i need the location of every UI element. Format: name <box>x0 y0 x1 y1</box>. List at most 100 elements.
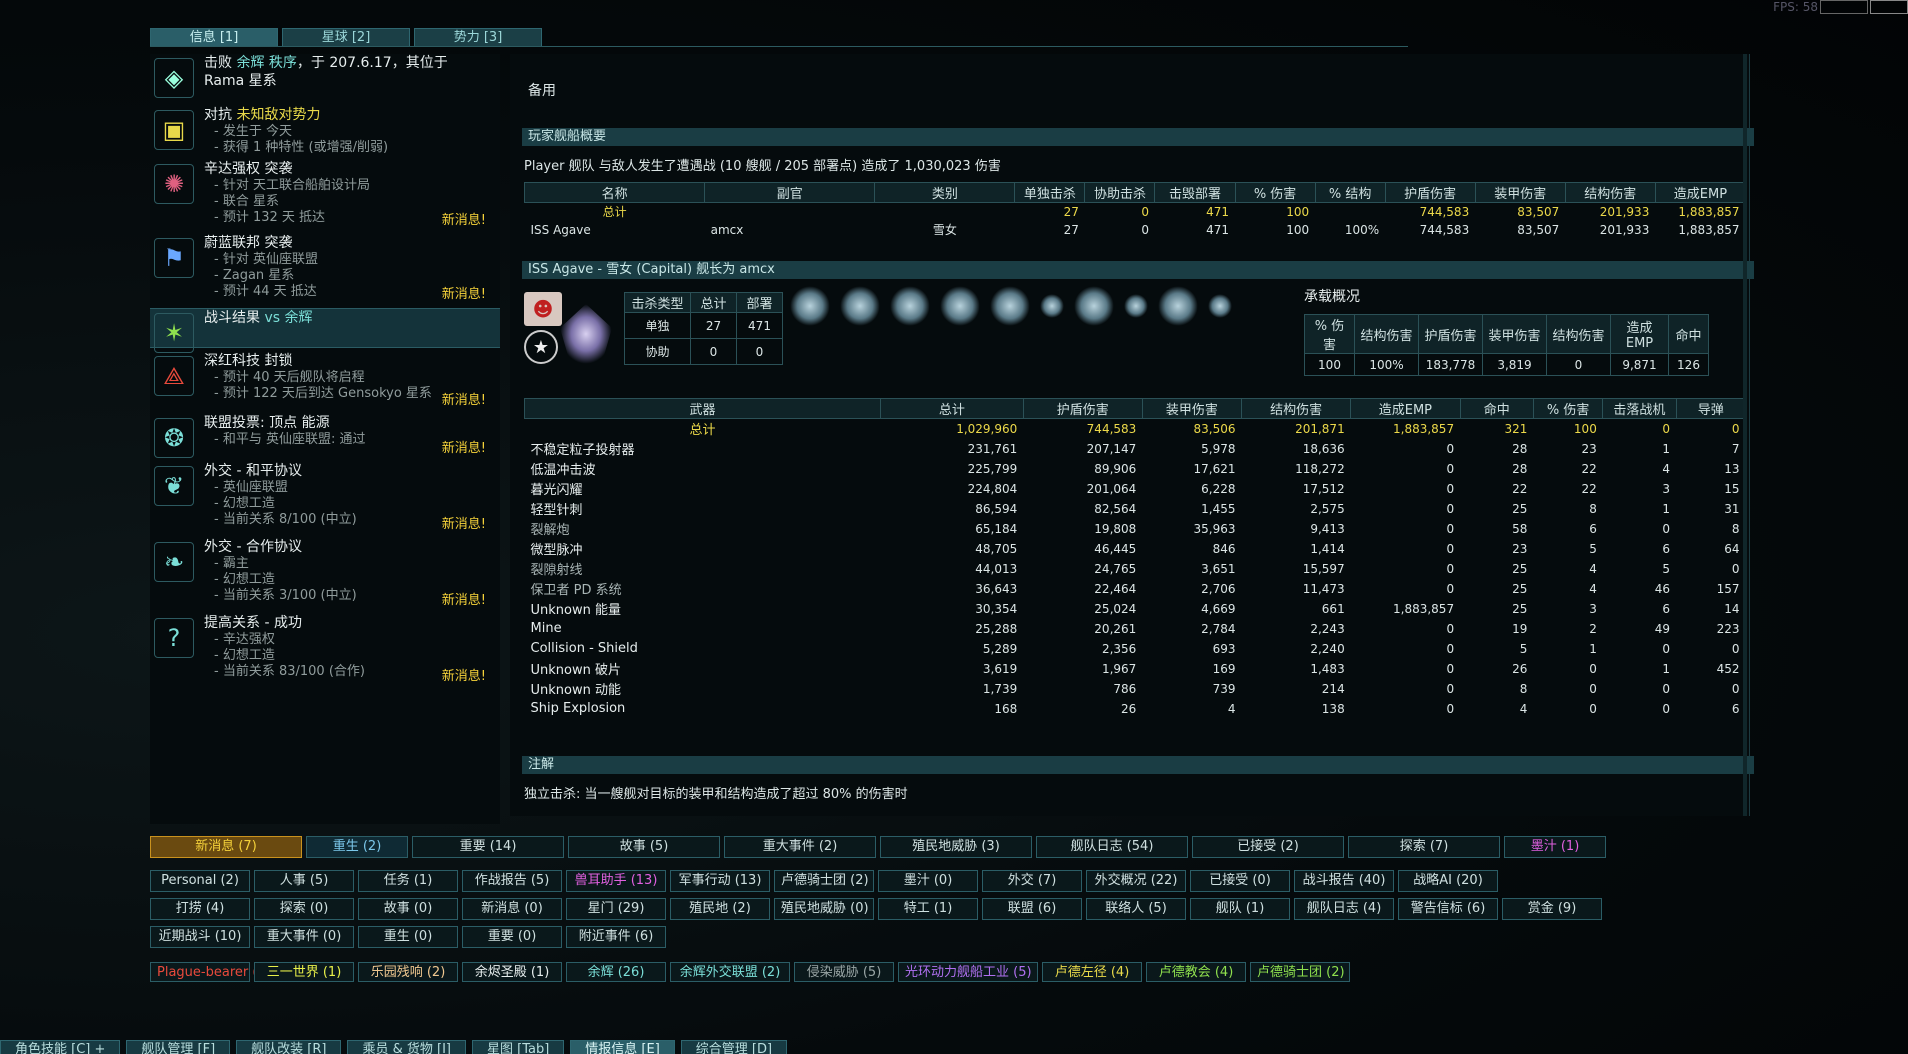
column-header[interactable]: % 伤害 <box>1532 398 1604 419</box>
column-header[interactable]: 总计 <box>879 398 1024 419</box>
filter-button[interactable]: 探索 (0) <box>254 898 354 920</box>
weapon-row[interactable]: 不稳定粒子投射器 231,761 207,147 5,978 18,636 0 28 23 1 7 <box>525 439 1746 459</box>
filter-button[interactable]: 新消息 (7) <box>150 836 302 858</box>
event-item[interactable]: ? 提高关系 - 成功 - 辛达强权 - 幻想工造 - 当前关系 83/100 (合作)… <box>150 614 500 686</box>
weapon-row[interactable]: Unknown 动能 1,739 786 739 214 0 8 0 0 0 <box>525 679 1746 699</box>
filter-button[interactable]: 重生 (2) <box>306 836 408 858</box>
bottom-tab[interactable]: 角色技能 [C] + <box>0 1040 121 1054</box>
filter-button[interactable]: 新消息 (0) <box>462 898 562 920</box>
weapon-row[interactable]: 微型脉冲 48,705 46,445 846 1,414 0 23 5 6 64 <box>525 539 1746 559</box>
column-header[interactable]: 名称 <box>523 182 706 203</box>
filter-button[interactable]: 战斗报告 (40) <box>1294 870 1394 892</box>
weapon-row[interactable]: Unknown 能量 30,354 25,024 4,669 661 1,883,857 2… <box>525 599 1746 619</box>
column-header[interactable]: 类别 <box>874 182 1016 203</box>
column-header[interactable]: 护盾伤害 <box>1384 182 1476 203</box>
table-row[interactable]: 总计 27 0 471 100 744,583 83,507 201,933 1,883,857 <box>525 203 1746 221</box>
filter-button[interactable]: 侵染威胁 (5) <box>794 962 894 982</box>
bottom-tab[interactable]: 综合管理 [D] <box>680 1040 788 1054</box>
tab-info[interactable]: 信息 [1] <box>150 28 278 46</box>
filter-button[interactable]: 战略AI (20) <box>1398 870 1498 892</box>
weapon-row[interactable]: 裂解炮 65,184 19,808 35,963 9,413 0 58 6 0 8 <box>525 519 1746 539</box>
column-header[interactable]: 护盾伤害 <box>1022 398 1143 419</box>
filter-button[interactable]: 特工 (1) <box>878 898 978 920</box>
weapon-row[interactable]: 裂隙射线 44,013 24,765 3,651 15,597 0 25 4 5 0 <box>525 559 1746 579</box>
column-header[interactable]: 结构伤害 <box>1241 398 1352 419</box>
filter-button[interactable]: 卢德教会 (4) <box>1146 962 1246 982</box>
event-item[interactable]: ▣ 对抗 未知敌对势力 - 发生于 今天 - 获得 1 种特性 (或增强/削弱) <box>150 106 500 156</box>
event-item[interactable]: ✺ 辛达强权 突袭 - 针对 天工联合船舶设计局 - 联合 星系 - 预计 132 天 … <box>150 160 500 230</box>
column-header[interactable]: 命中 <box>1459 398 1534 419</box>
column-header[interactable]: 部署 <box>736 292 783 313</box>
column-header[interactable]: 结构伤害 <box>1546 314 1611 354</box>
column-header[interactable]: 装甲伤害 <box>1474 182 1566 203</box>
column-header[interactable]: 副官 <box>704 182 876 203</box>
weapon-row[interactable]: 轻型针刺 86,594 82,564 1,455 2,575 0 25 8 1 31 <box>525 499 1746 519</box>
column-header[interactable]: % 伤害 <box>1234 182 1316 203</box>
filter-button[interactable]: 重要 (0) <box>462 926 562 948</box>
bottom-tab[interactable]: 舰队管理 [F] <box>126 1040 231 1054</box>
filter-button[interactable]: 三一世界 (1) <box>254 962 354 982</box>
column-header[interactable]: 武器 <box>524 398 881 419</box>
filter-button[interactable]: 重大事件 (0) <box>254 926 354 948</box>
column-header[interactable]: 协助击杀 <box>1084 182 1156 203</box>
filter-button[interactable]: 舰队日志 (4) <box>1294 898 1394 920</box>
column-header[interactable]: 护盾伤害 <box>1418 314 1483 354</box>
column-header[interactable]: 命中 <box>1668 314 1709 354</box>
filter-button[interactable]: 外交概况 (22) <box>1086 870 1186 892</box>
weapon-row[interactable]: 保卫者 PD 系统 36,643 22,464 2,706 11,473 0 25 4 46 15… <box>525 579 1746 599</box>
corner-button[interactable] <box>1820 0 1868 14</box>
column-header[interactable]: 击毁部署 <box>1154 182 1236 203</box>
column-header[interactable]: 造成EMP <box>1350 398 1461 419</box>
column-header[interactable]: 结构伤害 <box>1354 314 1419 354</box>
column-header[interactable]: % 结构 <box>1314 182 1386 203</box>
filter-button[interactable]: Personal (2) <box>150 870 250 892</box>
weapon-row[interactable]: Mine 25,288 20,261 2,784 2,243 0 19 2 49 223 <box>525 619 1746 639</box>
filter-button[interactable]: 余辉 (26) <box>566 962 666 982</box>
weapon-row[interactable]: 暮光闪耀 224,804 201,064 6,228 17,512 0 22 22 3 15 <box>525 479 1746 499</box>
filter-button[interactable]: 附近事件 (6) <box>566 926 666 948</box>
column-header[interactable]: 造成EMP <box>1610 314 1669 354</box>
event-item[interactable]: ✶ 战斗结果 vs 余辉 <box>150 308 500 353</box>
filter-button[interactable]: 重生 (0) <box>358 926 458 948</box>
event-item[interactable]: ⚑ 蔚蓝联邦 突袭 - 针对 英仙座联盟 - Zagan 星系 - 预计 44 天 抵达… <box>150 234 500 304</box>
column-header[interactable]: 造成EMP <box>1654 182 1747 203</box>
filter-button[interactable]: 军事行动 (13) <box>670 870 770 892</box>
filter-button[interactable]: 墨汁 (1) <box>1504 836 1606 858</box>
filter-button[interactable]: 打捞 (4) <box>150 898 250 920</box>
filter-button[interactable]: Plague-bearer (1) <box>150 962 271 982</box>
column-header[interactable]: 总计 <box>690 292 737 313</box>
filter-button[interactable]: 作战报告 (5) <box>462 870 562 892</box>
filter-button[interactable]: 警告信标 (6) <box>1398 898 1498 920</box>
filter-button[interactable]: 近期战斗 (10) <box>150 926 250 948</box>
filter-button[interactable]: 已接受 (0) <box>1190 870 1290 892</box>
column-header[interactable]: 导弹 <box>1675 398 1747 419</box>
bottom-tab[interactable]: 情报信息 [E] <box>570 1040 675 1054</box>
filter-button[interactable]: 任务 (1) <box>358 870 458 892</box>
captain-portrait[interactable]: ☻ <box>524 292 562 326</box>
filter-button[interactable]: 卢德骑士团 (2) <box>774 870 874 892</box>
filter-button[interactable]: 探索 (7) <box>1348 836 1500 858</box>
filter-button[interactable]: 已接受 (2) <box>1192 836 1344 858</box>
weapon-row[interactable]: Collision - Shield 5,289 2,356 693 2,240 0 5 1 0… <box>525 639 1746 659</box>
column-header[interactable]: 结构伤害 <box>1564 182 1656 203</box>
bottom-tab[interactable]: 舰队改装 [R] <box>236 1040 342 1054</box>
filter-button[interactable]: 星门 (29) <box>566 898 666 920</box>
column-header[interactable]: 装甲伤害 <box>1482 314 1547 354</box>
filter-button[interactable]: 殖民地威胁 (3) <box>880 836 1032 858</box>
filter-button[interactable]: 余烬圣殿 (1) <box>462 962 562 982</box>
filter-button[interactable]: 舰队日志 (54) <box>1036 836 1188 858</box>
table-row[interactable]: ISS Agave amcx 雪女 27 0 471 100 100% 744,583 83,50… <box>525 221 1746 239</box>
filter-button[interactable]: 故事 (0) <box>358 898 458 920</box>
filter-button[interactable]: 故事 (5) <box>568 836 720 858</box>
tab-planets[interactable]: 星球 [2] <box>282 28 410 46</box>
filter-button[interactable]: 外交 (7) <box>982 870 1082 892</box>
filter-button[interactable]: 卢德骑士团 (2) <box>1250 962 1350 982</box>
column-header[interactable]: % 伤害 <box>1304 314 1355 354</box>
filter-button[interactable]: 余辉外交联盟 (2) <box>670 962 790 982</box>
filter-button[interactable]: 墨汁 (0) <box>878 870 978 892</box>
filter-button[interactable]: 卢德左径 (4) <box>1042 962 1142 982</box>
tab-factions[interactable]: 势力 [3] <box>414 28 542 46</box>
weapon-row[interactable]: Ship Explosion 168 26 4 138 0 4 0 0 6 <box>525 699 1746 719</box>
event-item[interactable]: ❦ 外交 - 和平协议 - 英仙座联盟 - 幻想工造 - 当前关系 8/100 (中立)… <box>150 462 500 534</box>
filter-button[interactable]: 舰队 (1) <box>1190 898 1290 920</box>
